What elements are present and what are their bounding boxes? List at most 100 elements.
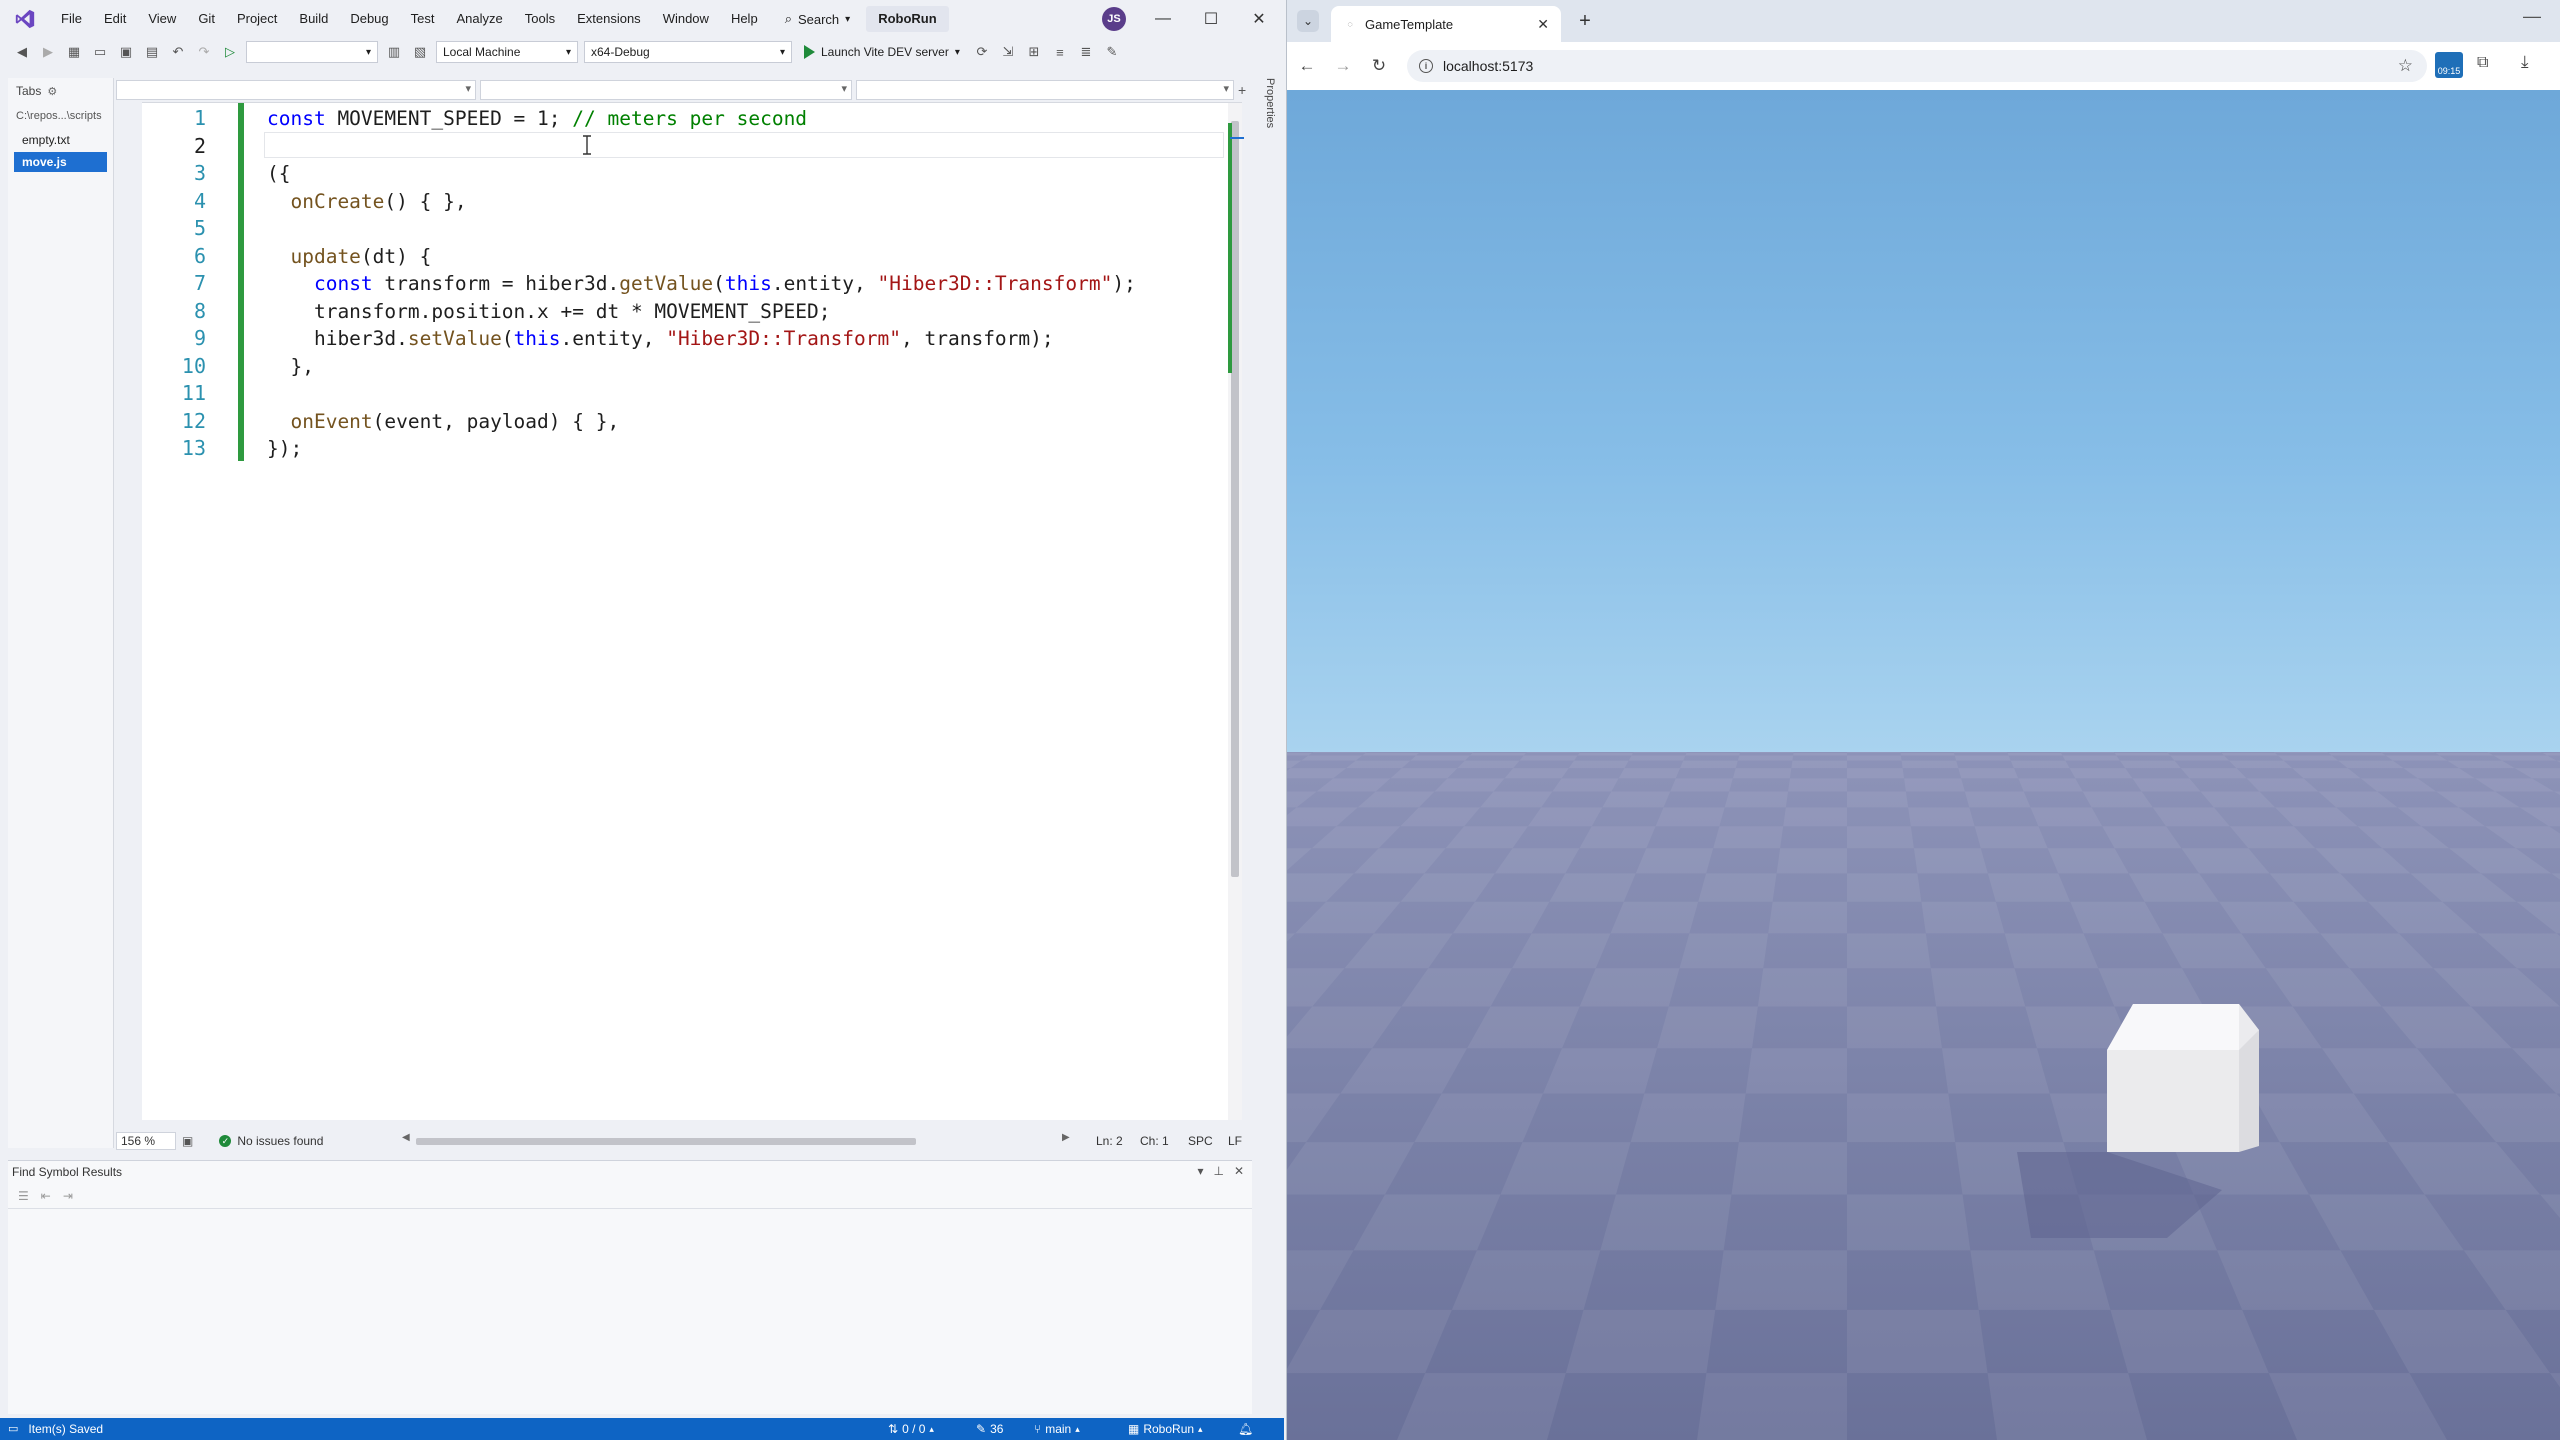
issues-indicator[interactable]: ✓ No issues found	[219, 1134, 323, 1148]
menu-item-test[interactable]: Test	[400, 0, 446, 38]
menu-item-file[interactable]: File	[50, 0, 93, 38]
menu-item-debug[interactable]: Debug	[339, 0, 399, 38]
step-icon[interactable]: ⇲	[998, 42, 1018, 62]
horizontal-scrollbar-thumb[interactable]	[416, 1138, 916, 1145]
cmake-icon[interactable]: ▧	[410, 42, 430, 62]
open-folder-icon[interactable]: ▭	[90, 42, 110, 62]
tab-file-empty-txt[interactable]: empty.txt	[14, 130, 107, 150]
member-nav-combo[interactable]	[856, 80, 1234, 100]
close-window-button[interactable]: ✕	[1236, 0, 1282, 38]
browser-tab-gametemplate[interactable]: ◌ GameTemplate ✕	[1331, 6, 1561, 42]
solution-name[interactable]: RoboRun	[866, 6, 949, 32]
game-viewport[interactable]	[1287, 90, 2560, 1440]
maximize-button[interactable]: ☐	[1188, 0, 1234, 38]
hot-reload-icon[interactable]: ⟳	[972, 42, 992, 62]
menu-item-help[interactable]: Help	[720, 0, 769, 38]
url-text: localhost:5173	[1443, 58, 1534, 74]
site-info-icon[interactable]: i	[1419, 59, 1433, 73]
save-icon[interactable]: ▣	[116, 42, 136, 62]
tab-file-move-js[interactable]: move.js	[14, 152, 107, 172]
minimize-button[interactable]: —	[1140, 0, 1186, 38]
configuration-select[interactable]: x64-Debug ▾	[584, 41, 792, 63]
code-line[interactable]: transform.position.x += dt * MOVEMENT_SP…	[267, 298, 831, 326]
menu-item-view[interactable]: View	[137, 0, 187, 38]
search-box[interactable]: ⌕ Search ▾	[775, 6, 861, 32]
menu-item-edit[interactable]: Edit	[93, 0, 137, 38]
menu-item-project[interactable]: Project	[226, 0, 288, 38]
list-view-icon[interactable]: ☰	[18, 1189, 29, 1203]
close-icon[interactable]: ✕	[1234, 1164, 1244, 1178]
code-line[interactable]: update(dt) {	[267, 243, 431, 271]
breakpoints-icon[interactable]: ⊞	[1024, 42, 1044, 62]
code-line[interactable]: const MOVEMENT_SPEED = 1; // meters per …	[267, 105, 807, 133]
switch-views-icon[interactable]: ▥	[384, 42, 404, 62]
code-line[interactable]: hiber3d.setValue(this.entity, "Hiber3D::…	[267, 325, 1054, 353]
chevron-down-icon[interactable]: ▾	[1197, 1164, 1203, 1178]
back-arrow-icon[interactable]: ←	[1295, 54, 1319, 78]
notifications-bell-icon[interactable]: 🔔︎	[1238, 1418, 1253, 1440]
reload-icon[interactable]: ↻	[1367, 54, 1391, 78]
extension-badge[interactable]: 09:15	[2435, 52, 2463, 78]
code-line[interactable]: });	[267, 435, 302, 463]
menu-item-extensions[interactable]: Extensions	[566, 0, 652, 38]
edits-indicator[interactable]: ✎ 36	[976, 1418, 1003, 1440]
split-editor-icon[interactable]: +	[1238, 80, 1252, 102]
properties-side-tab[interactable]: Properties	[1256, 78, 1276, 138]
launch-button[interactable]: Launch Vite DEV server ▾	[798, 41, 966, 63]
game-cube[interactable]	[1287, 90, 2560, 1440]
browser-minimize-button[interactable]: —	[2523, 6, 2541, 27]
download-icon[interactable]: ⤓	[2521, 52, 2529, 72]
zoom-select[interactable]: 156 %	[116, 1132, 176, 1150]
menu-item-git[interactable]: Git	[187, 0, 226, 38]
code-line[interactable]: ({	[267, 160, 290, 188]
vertical-scrollbar-thumb[interactable]	[1231, 121, 1239, 877]
back-nav-icon[interactable]: ◀	[12, 42, 32, 62]
column-indicator[interactable]: Ch: 1	[1140, 1134, 1169, 1148]
scope-nav-combo[interactable]	[480, 80, 852, 100]
code-line[interactable]: const transform = hiber3d.getValue(this.…	[267, 270, 1136, 298]
git-changes-indicator[interactable]: ⇅ 0 / 0 ▴	[888, 1418, 934, 1440]
forward-arrow-icon[interactable]: →	[1331, 54, 1355, 78]
code-editor[interactable]: 1 2 3 4 5 6 7 8 9 10 11 12 13 const MOVEMENT_SPEED =…	[142, 102, 1244, 1120]
pin-icon[interactable]: ⊥	[1213, 1164, 1223, 1178]
code-line[interactable]: },	[267, 353, 314, 381]
extensions-puzzle-icon[interactable]: ⧉	[2477, 54, 2488, 72]
menu-item-window[interactable]: Window	[652, 0, 720, 38]
gear-icon[interactable]: ⚙	[47, 85, 57, 98]
align-right-icon[interactable]: ≣	[1076, 42, 1096, 62]
account-avatar[interactable]: JS	[1102, 7, 1126, 31]
bookmark-star-icon[interactable]: ☆	[2398, 56, 2413, 76]
new-tab-button[interactable]: +	[1573, 9, 1597, 33]
menu-item-build[interactable]: Build	[288, 0, 339, 38]
new-project-icon[interactable]: ▦	[64, 42, 84, 62]
line-ending-indicator[interactable]: LF	[1228, 1134, 1242, 1148]
project-nav-combo[interactable]	[116, 80, 476, 100]
line-indicator[interactable]: Ln: 2	[1096, 1134, 1123, 1148]
save-all-icon[interactable]: ▤	[142, 42, 162, 62]
redo-icon[interactable]: ↷	[194, 42, 214, 62]
scroll-left-icon[interactable]: ◀	[402, 1132, 410, 1143]
code-line[interactable]: onCreate() { },	[267, 188, 466, 216]
target-machine-select[interactable]: Local Machine ▾	[436, 41, 578, 63]
feedback-icon[interactable]: ✎	[1102, 42, 1122, 62]
scroll-right-icon[interactable]: ▶	[1062, 1132, 1070, 1143]
code-line[interactable]: onEvent(event, payload) { },	[267, 408, 619, 436]
undo-icon[interactable]: ↶	[168, 42, 188, 62]
menu-item-tools[interactable]: Tools	[514, 0, 566, 38]
empty-combo[interactable]: ▾	[246, 41, 378, 63]
repo-indicator[interactable]: ▦ RoboRun ▴	[1128, 1418, 1203, 1440]
menu-item-analyze[interactable]: Analyze	[445, 0, 513, 38]
prev-result-icon[interactable]: ⇤	[41, 1189, 51, 1203]
close-tab-icon[interactable]: ✕	[1537, 16, 1549, 33]
format-icon[interactable]: ▣	[182, 1134, 193, 1148]
align-left-icon[interactable]: ≡	[1050, 42, 1070, 62]
forward-nav-icon[interactable]: ▶	[38, 42, 58, 62]
branch-indicator[interactable]: ⑂ main ▴	[1034, 1418, 1080, 1440]
tab-search-button[interactable]: ⌄	[1297, 10, 1319, 32]
whitespace-indicator[interactable]: SPC	[1188, 1134, 1213, 1148]
start-without-debug-icon[interactable]: ▷	[220, 42, 240, 62]
horizontal-scrollbar[interactable]	[416, 1136, 1076, 1146]
address-bar[interactable]: i localhost:5173 ☆	[1407, 50, 2427, 82]
next-result-icon[interactable]: ⇥	[63, 1189, 73, 1203]
